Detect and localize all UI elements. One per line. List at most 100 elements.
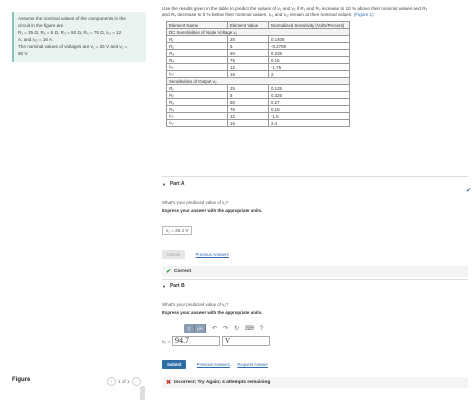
table-row: Iₚ₁ 12 -1.75 [166,63,350,71]
table-row: R₁ 25 0.125 [166,84,350,92]
table-row: R₃ 50 0.225 [166,49,350,57]
collapse-caret-icon[interactable]: ▼ [162,182,166,187]
part-b-header[interactable]: ▼ Part B [162,283,468,289]
element-name: R₄ [166,56,228,64]
section-row: Sensitivities of Output v₂ [166,77,350,85]
table-row: R₁ 25 0.1408 [166,35,350,43]
table-row: R₄ 75 0.18 [166,105,350,113]
part-a: ▼ Part A What's your predicted value of … [162,181,468,277]
part-a-previous-answers-link[interactable]: Previous Answers [196,252,229,257]
table-row: R₂ 5 -0.2708 [166,42,350,50]
part-b-instruction-text: Express your answer with the appropriate… [162,310,263,315]
element-value: 5 [227,42,269,50]
problem-panel: Assume the nominal values of the compone… [0,0,150,402]
problem-line: Assume the nominal values of the compone… [18,16,126,21]
sensitivity-value: -0.2708 [268,42,350,50]
instructions-text-2: and R₄ decrease to 5 % below their nomin… [162,12,353,17]
part-b-feedback-text: Incorrect; Try Again; 4 attempts remaini… [174,380,271,385]
column-header: Normalized Sensitivity (Volts/Percent) [268,21,350,29]
divider [162,176,468,177]
element-value: 16 [227,70,269,78]
instructions-text-1: Use the results given in the table to pr… [162,6,428,11]
element-value: 12 [227,63,269,71]
element-name: R₂ [166,91,228,99]
keyboard-icon[interactable]: ⌨ [245,325,254,332]
sensitivity-value: 0.18 [268,105,350,113]
part-a-instruction: Express your answer with the appropriate… [162,208,468,213]
part-a-title: Part A [169,181,185,187]
part-a-answer: v₁ = 25.4 V [162,226,193,235]
element-name: Iₚ₂ [166,119,228,127]
table-row: Iₚ₁ 12 -1.5 [166,112,350,120]
part-b-title: Part B [169,283,185,289]
element-value: 5 [227,91,269,99]
element-name: R₁ [166,84,228,92]
toolbar-group: ▯ μA [184,324,206,333]
element-name: R₂ [166,42,228,50]
part-b-submit-button[interactable]: Submit [162,360,187,369]
sensitivity-value: 0.27 [268,98,350,106]
table-row: R₄ 75 0.15 [166,56,350,64]
problem-line: R₁ = 25 Ω, R₂ = 5 Ω, R₃ = 50 Ω, R₄ = 75 … [18,30,122,35]
undo-icon[interactable]: ↶ [212,325,217,332]
part-a-question: What's your predicted value of v₁? [162,200,229,205]
part-b-unit-input[interactable]: V [222,336,271,346]
part-b-value-input[interactable]: 94.7 [172,336,221,346]
part-a-actions: Submit Previous Answers [162,243,468,261]
sensitivity-value: 2 [268,70,350,78]
instructions: Use the results given in the table to pr… [162,6,468,18]
sensitivity-value: 0.1408 [268,35,350,43]
column-header: Element Name [166,21,228,29]
sensitivity-value: 0.125 [268,84,350,92]
next-figure-button[interactable]: › [131,377,141,386]
collapse-caret-icon[interactable]: ▼ [162,284,166,289]
element-name: R₄ [166,105,228,113]
part-b-request-answer-link[interactable]: Request Answer [237,362,268,367]
part-a-feedback: ✔ Correct [162,266,468,277]
part-a-header[interactable]: ▼ Part A [162,181,468,187]
sensitivity-value: -1.5 [268,112,350,120]
element-value: 75 [227,56,269,64]
sensitivity-value: 0.15 [268,56,350,64]
element-value: 75 [227,105,269,113]
reset-icon[interactable]: ↻ [234,325,239,332]
part-a-feedback-text: Correct [174,269,192,274]
sensitivity-value: 0.225 [268,49,350,57]
part-a-submit-button[interactable]: Submit [162,250,186,259]
figure-link[interactable]: (Figure 1) [354,12,374,17]
part-a-complete-check-icon: ✔ [465,188,471,194]
part-b-entry-row: v₂ = 94.7 V [162,336,468,346]
table-row: Iₚ₂ 16 2.4 [166,119,350,127]
column-header: Element Value [227,21,269,29]
table-row: Iₚ₂ 16 2 [166,70,350,78]
templates-button[interactable]: ▯ [184,324,195,333]
units-button[interactable]: μA [195,324,206,333]
element-value: 25 [227,35,269,43]
section-title: DC Sensitivities of Node Voltage v₁ [166,28,350,36]
problem-line: circuit in the figure are [18,23,64,28]
prev-figure-button[interactable]: ‹ [107,377,116,386]
scrollbar[interactable] [140,386,145,400]
problem-line: The nominal values of voltages are v₁ = … [18,44,128,49]
main-content: Use the results given in the table to pr… [152,0,474,402]
element-value: 16 [227,119,269,127]
figure-pager: ‹ 1 of 1 › [107,377,141,386]
help-icon[interactable]: ? [260,326,263,332]
element-name: R₁ [166,35,228,43]
table-header-row: Element Name Element Value Normalized Se… [166,21,350,29]
element-name: Iₚ₂ [166,70,228,78]
part-b-actions: Submit Previous Answers Request Answer [162,353,468,371]
part-a-instruction-text: Express your answer with the appropriate… [162,208,263,213]
redo-icon[interactable]: ↷ [223,325,228,332]
section-title: Sensitivities of Output v₂ [166,77,350,85]
figure-title: Figure [12,377,31,383]
part-b-previous-answers-link[interactable]: Previous Answers [197,362,230,367]
table-row: R₂ 5 0.325 [166,91,350,99]
sensitivity-value: 0.325 [268,91,350,99]
element-value: 12 [227,112,269,120]
figure-bar: Figure ‹ 1 of 1 › [0,373,150,389]
part-b-instruction: Express your answer with the appropriate… [162,310,468,315]
element-value: 50 [227,49,269,57]
element-name: R₃ [166,98,228,106]
table-row: R₃ 50 0.27 [166,98,350,106]
